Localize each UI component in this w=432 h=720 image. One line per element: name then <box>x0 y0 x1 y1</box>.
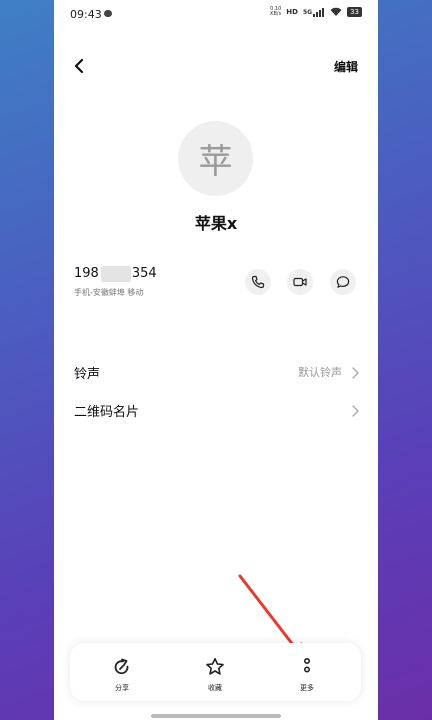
avatar-initial: 苹 <box>198 142 233 182</box>
call-button[interactable] <box>245 269 271 295</box>
chevron-right-icon <box>352 405 359 417</box>
back-button[interactable] <box>70 56 90 76</box>
phone-icon <box>251 275 265 289</box>
wifi-icon <box>330 7 342 16</box>
phone-number-redaction <box>101 266 131 282</box>
status-time: 09:43 <box>70 8 102 21</box>
more-vertical-icon <box>304 657 311 673</box>
share-label: 分享 <box>115 684 129 692</box>
status-bar: 09:43 0.10 KB/s HD 5G 33 <box>54 0 378 28</box>
bottom-action-bar: 分享 收藏 更多 <box>70 643 361 701</box>
ringtone-value: 默认铃声 <box>298 366 342 379</box>
ringtone-row[interactable]: 铃声 默认铃声 <box>74 363 360 383</box>
favorite-button[interactable]: 收藏 <box>190 657 240 693</box>
phone-location-carrier: 手机-安徽蚌埠 移动 <box>74 288 144 297</box>
contact-name: 苹果x <box>194 214 238 233</box>
video-call-button[interactable] <box>287 269 313 295</box>
star-icon <box>206 658 224 675</box>
chevron-left-icon <box>74 58 84 74</box>
chat-bubble-icon <box>336 276 350 288</box>
avatar: 苹 <box>178 121 253 196</box>
qrcode-card-row[interactable]: 二维码名片 <box>74 401 360 421</box>
signal-5g-icon: 5G <box>302 7 325 17</box>
message-notification-icon <box>104 10 112 17</box>
video-camera-icon <box>293 277 307 287</box>
contact-detail-screen: 09:43 0.10 KB/s HD 5G 33 编辑 苹 苹果x 198 27… <box>54 0 378 720</box>
signal-label: 5G <box>302 8 313 16</box>
status-icons: 0.10 KB/s HD 5G 33 <box>270 7 362 17</box>
more-button[interactable]: 更多 <box>282 657 332 693</box>
edit-button[interactable]: 编辑 <box>334 58 358 75</box>
ringtone-label: 铃声 <box>74 367 101 382</box>
message-button[interactable] <box>330 269 356 295</box>
favorite-label: 收藏 <box>208 684 222 692</box>
chevron-right-icon <box>352 367 359 379</box>
network-speed-unit: KB/s <box>270 11 282 17</box>
more-label: 更多 <box>300 684 314 692</box>
home-indicator[interactable] <box>151 714 281 718</box>
share-icon <box>114 658 129 675</box>
network-speed: 0.10 KB/s <box>270 7 281 17</box>
qrcode-card-label: 二维码名片 <box>74 405 140 420</box>
share-button[interactable]: 分享 <box>97 657 147 693</box>
battery-icon: 33 <box>347 7 362 17</box>
hd-icon: HD <box>286 8 298 16</box>
